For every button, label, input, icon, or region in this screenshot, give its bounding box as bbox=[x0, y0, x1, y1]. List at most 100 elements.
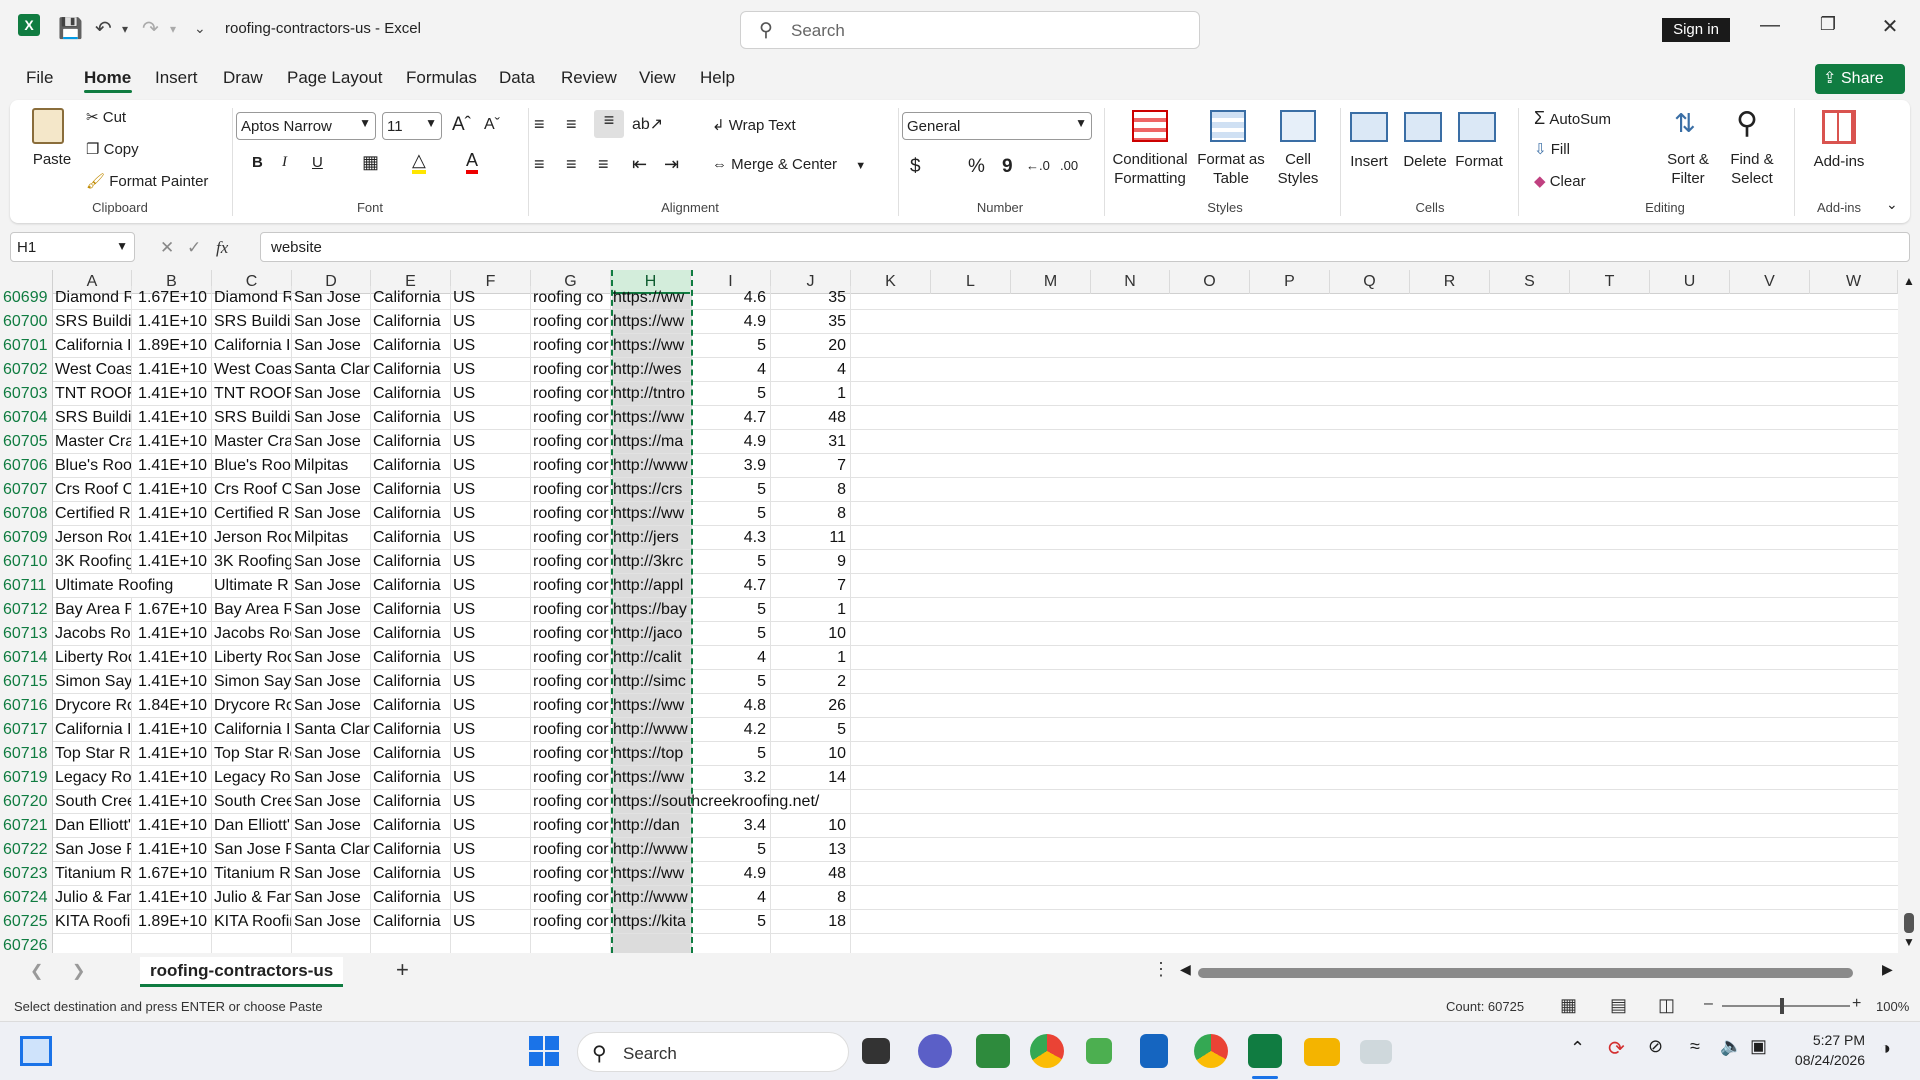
next-sheet-icon[interactable]: ❯ bbox=[72, 961, 85, 981]
cell-f[interactable]: US bbox=[451, 766, 531, 790]
cell-h[interactable]: https://crs bbox=[611, 478, 691, 502]
cell-a[interactable]: Jacobs Roo bbox=[53, 622, 132, 646]
cell-i[interactable]: 5 bbox=[691, 550, 771, 574]
cell-h[interactable]: http://www bbox=[611, 838, 691, 862]
cell-h[interactable]: https://bay bbox=[611, 598, 691, 622]
row-header[interactable]: 60710 bbox=[0, 550, 53, 574]
cell-a[interactable]: SRS Buildir bbox=[53, 406, 132, 430]
cell-e[interactable]: California bbox=[371, 814, 451, 838]
cell-b[interactable]: 1.41E+10 bbox=[132, 382, 212, 406]
cell-g[interactable]: roofing cor bbox=[531, 862, 611, 886]
add-ins-button[interactable]: Add-ins bbox=[1808, 152, 1870, 171]
row-header[interactable]: 60702 bbox=[0, 358, 53, 382]
cell-e[interactable]: California bbox=[371, 478, 451, 502]
tab-insert[interactable]: Insert bbox=[155, 68, 198, 88]
cell-h[interactable]: http://www bbox=[611, 454, 691, 478]
cell-c[interactable]: Dan Elliott' bbox=[212, 814, 292, 838]
cell-g[interactable]: roofing cor bbox=[531, 382, 611, 406]
cell-a[interactable]: Dan Elliott' bbox=[53, 814, 132, 838]
cell-i[interactable]: 3.9 bbox=[691, 454, 771, 478]
cell-h[interactable]: http://www bbox=[611, 886, 691, 910]
cell-i[interactable]: 4.9 bbox=[691, 310, 771, 334]
cell-d[interactable]: San Jose bbox=[292, 670, 371, 694]
cell-h[interactable]: https://ww bbox=[611, 286, 691, 310]
cell-b[interactable]: 1.89E+10 bbox=[132, 334, 212, 358]
tab-help[interactable]: Help bbox=[700, 68, 735, 88]
clear-button[interactable]: ◆ Clear bbox=[1534, 172, 1586, 190]
tab-view[interactable]: View bbox=[639, 68, 676, 88]
cell-d[interactable]: Santa Clar bbox=[292, 358, 371, 382]
tab-home[interactable]: Home bbox=[84, 68, 131, 88]
cell-a[interactable]: Jerson Roo bbox=[53, 526, 132, 550]
cell-j[interactable] bbox=[771, 934, 851, 953]
cell-e[interactable]: California bbox=[371, 838, 451, 862]
zoom-slider-thumb[interactable] bbox=[1780, 998, 1784, 1014]
cell-e[interactable]: California bbox=[371, 550, 451, 574]
cell-e[interactable]: California bbox=[371, 358, 451, 382]
cell-a[interactable]: South Cree bbox=[53, 790, 132, 814]
cell-h[interactable]: https://ww bbox=[611, 862, 691, 886]
scroll-down-icon[interactable]: ▼ bbox=[1903, 935, 1915, 949]
cell-e[interactable]: California bbox=[371, 454, 451, 478]
cell-b[interactable]: 1.41E+10 bbox=[132, 742, 212, 766]
formula-input[interactable]: website bbox=[260, 232, 1910, 262]
cell-i[interactable]: 5 bbox=[691, 622, 771, 646]
cell-i[interactable]: 4.6 bbox=[691, 286, 771, 310]
increase-font-icon[interactable]: Aˆ bbox=[452, 114, 471, 136]
cell-b[interactable]: 1.41E+10 bbox=[132, 526, 212, 550]
cell-e[interactable]: California bbox=[371, 766, 451, 790]
cell-c[interactable]: South Cree bbox=[212, 790, 292, 814]
cell-d[interactable]: San Jose bbox=[292, 550, 371, 574]
cell-c[interactable]: KITA Roofir bbox=[212, 910, 292, 934]
zoom-level[interactable]: 100% bbox=[1876, 999, 1909, 1014]
cell-d[interactable]: Milpitas bbox=[292, 526, 371, 550]
cell-g[interactable]: roofing cor bbox=[531, 526, 611, 550]
cell-c[interactable]: Julio & Fan bbox=[212, 886, 292, 910]
cell-d[interactable]: San Jose bbox=[292, 430, 371, 454]
cell-g[interactable]: roofing cor bbox=[531, 502, 611, 526]
battery-icon[interactable]: ▣ bbox=[1750, 1036, 1767, 1057]
cell-c[interactable]: Ultimate R bbox=[212, 574, 292, 598]
cell-f[interactable]: US bbox=[451, 526, 531, 550]
add-ins-icon[interactable] bbox=[1822, 110, 1856, 144]
cell-f[interactable]: US bbox=[451, 310, 531, 334]
cell-h[interactable]: http://appl bbox=[611, 574, 691, 598]
cell-g[interactable]: roofing cor bbox=[531, 622, 611, 646]
font-name-select[interactable]: Aptos Narrow ▼ bbox=[236, 112, 376, 140]
undo-icon[interactable]: ↶ bbox=[95, 16, 112, 41]
tab-file[interactable]: File bbox=[26, 68, 53, 88]
cell-c[interactable]: Master Cra bbox=[212, 430, 292, 454]
row-header[interactable]: 60707 bbox=[0, 478, 53, 502]
find-select-button[interactable]: Find & Select bbox=[1722, 150, 1782, 188]
delete-cells-icon[interactable] bbox=[1404, 112, 1442, 142]
cell-a[interactable]: TNT ROOFI bbox=[53, 382, 132, 406]
cell-a[interactable]: California I bbox=[53, 334, 132, 358]
cell-j[interactable]: 18 bbox=[771, 910, 851, 934]
cell-i[interactable] bbox=[691, 934, 771, 953]
cell-c[interactable]: California I bbox=[212, 718, 292, 742]
cell-j[interactable]: 10 bbox=[771, 622, 851, 646]
cell-f[interactable]: US bbox=[451, 910, 531, 934]
vpn-icon[interactable]: ⊘ bbox=[1648, 1036, 1663, 1057]
merge-center-button[interactable]: ⇔ Merge & Center ▼ bbox=[712, 156, 866, 173]
cell-h[interactable]: http://jaco bbox=[611, 622, 691, 646]
cell-d[interactable]: San Jose bbox=[292, 622, 371, 646]
cell-i[interactable]: 4.2 bbox=[691, 718, 771, 742]
cell-c[interactable]: Liberty Roo bbox=[212, 646, 292, 670]
insert-button[interactable]: Insert bbox=[1346, 152, 1392, 171]
cell-h[interactable]: https://ww bbox=[611, 502, 691, 526]
tab-formulas[interactable]: Formulas bbox=[406, 68, 477, 88]
cell-b[interactable]: 1.84E+10 bbox=[132, 694, 212, 718]
name-box[interactable]: H1 ▼ bbox=[10, 232, 135, 262]
cell-f[interactable] bbox=[451, 934, 531, 953]
cell-e[interactable]: California bbox=[371, 742, 451, 766]
cell-g[interactable]: roofing cor bbox=[531, 694, 611, 718]
cell-e[interactable]: California bbox=[371, 862, 451, 886]
cell-a[interactable]: California I bbox=[53, 718, 132, 742]
cell-a[interactable]: Drycore Ro bbox=[53, 694, 132, 718]
vertical-scroll-thumb[interactable] bbox=[1904, 913, 1914, 933]
cell-c[interactable]: Top Star Ro bbox=[212, 742, 292, 766]
cell-e[interactable]: California bbox=[371, 694, 451, 718]
cell-d[interactable]: Santa Clar bbox=[292, 838, 371, 862]
cell-g[interactable]: roofing cor bbox=[531, 910, 611, 934]
